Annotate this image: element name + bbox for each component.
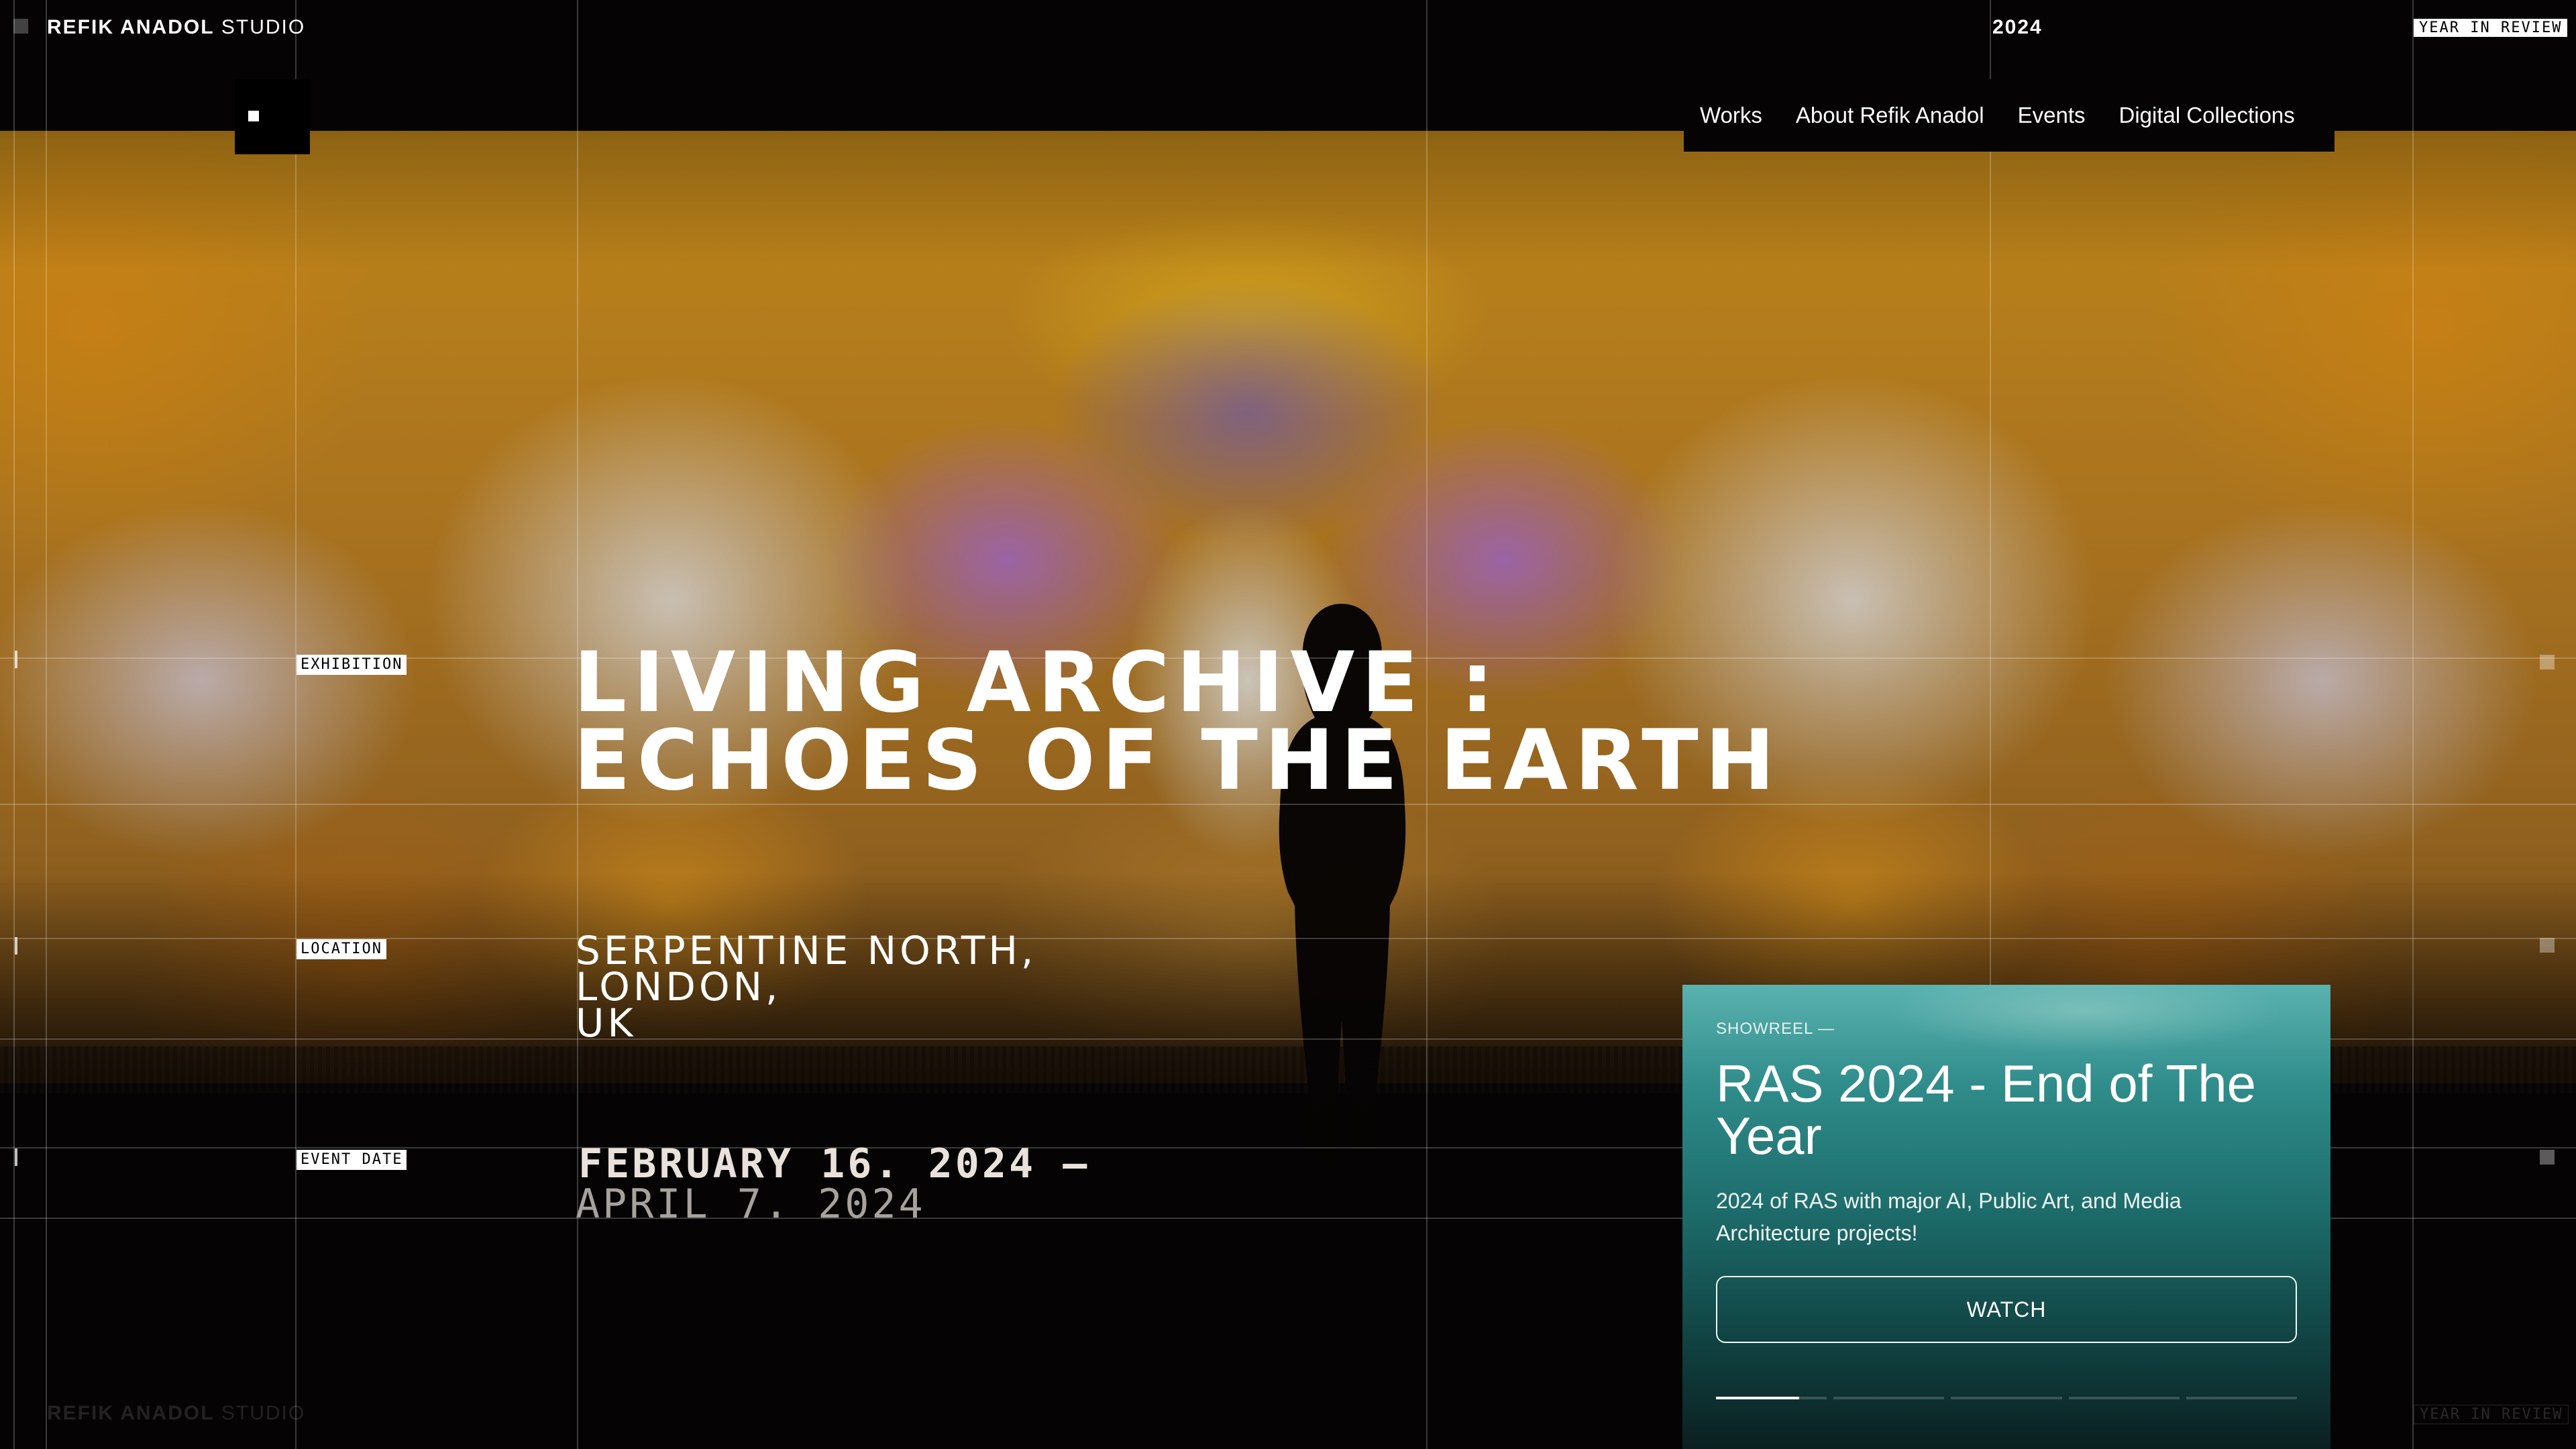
nav-item-about[interactable]: About Refik Anadol bbox=[1796, 103, 1984, 128]
location-line: UK bbox=[576, 1005, 1036, 1041]
year-in-review-tag[interactable]: YEAR IN REVIEW bbox=[2414, 19, 2567, 37]
brand-logo[interactable]: REFIK ANADOL STUDIO bbox=[47, 16, 305, 39]
event-date-end: APRIL 7. 2024 bbox=[576, 1181, 926, 1228]
edge-tick bbox=[15, 651, 17, 668]
grid-line bbox=[295, 0, 297, 1449]
nav-item-works[interactable]: Works bbox=[1700, 103, 1762, 128]
event-date-tag: EVENT DATE bbox=[297, 1150, 407, 1170]
edge-marker bbox=[13, 19, 28, 34]
footer-brand-light: STUDIO bbox=[221, 1402, 305, 1424]
title-line: LIVING ARCHIVE : bbox=[574, 644, 1782, 722]
showreel-description: 2024 of RAS with major AI, Public Art, a… bbox=[1716, 1185, 2293, 1249]
location-line: SERPENTINE NORTH, bbox=[576, 932, 1036, 969]
showreel-title: RAS 2024 - End of The Year bbox=[1716, 1057, 2297, 1162]
exhibition-tag: EXHIBITION bbox=[297, 655, 407, 675]
title-line: ECHOES OF THE EARTH bbox=[574, 722, 1782, 800]
edge-marker bbox=[2540, 938, 2555, 953]
nav-item-events[interactable]: Events bbox=[2018, 103, 2086, 128]
slide-indicator[interactable] bbox=[1833, 1397, 1944, 1399]
grid-line bbox=[13, 0, 15, 1449]
menu-button[interactable] bbox=[235, 79, 310, 154]
location-line: LONDON, bbox=[576, 969, 1036, 1005]
footer-year-in-review-tag: YEAR IN REVIEW bbox=[2414, 1405, 2569, 1424]
slide-indicator[interactable] bbox=[1716, 1397, 1827, 1399]
brand-name-bold: REFIK ANADOL bbox=[47, 16, 215, 38]
footer-brand-bold: REFIK ANADOL bbox=[47, 1402, 215, 1424]
showreel-kicker: SHOWREEL — bbox=[1716, 1020, 2297, 1038]
grid-line bbox=[0, 938, 2576, 939]
brand-name-light: STUDIO bbox=[221, 16, 305, 38]
edge-marker bbox=[2540, 655, 2555, 669]
footer-brand: REFIK ANADOL STUDIO bbox=[47, 1402, 305, 1425]
menu-square-icon bbox=[248, 111, 259, 121]
main-nav: Works About Refik Anadol Events Digital … bbox=[1684, 79, 2334, 152]
exhibition-title[interactable]: LIVING ARCHIVE : ECHOES OF THE EARTH bbox=[574, 644, 1782, 800]
slide-progress bbox=[1716, 1397, 2297, 1399]
slide-indicator-fill bbox=[1716, 1397, 1799, 1399]
edge-marker bbox=[2540, 1150, 2555, 1165]
watch-button[interactable]: WATCH bbox=[1716, 1276, 2297, 1343]
edge-tick bbox=[15, 937, 17, 955]
slide-indicator[interactable] bbox=[1951, 1397, 2061, 1399]
edge-tick bbox=[15, 1148, 17, 1166]
grid-line bbox=[2412, 0, 2414, 1449]
nav-item-digital-collections[interactable]: Digital Collections bbox=[2119, 103, 2295, 128]
slide-indicator[interactable] bbox=[2069, 1397, 2180, 1399]
grid-line bbox=[46, 0, 47, 1449]
location-tag: LOCATION bbox=[297, 939, 386, 959]
exhibition-location: SERPENTINE NORTH, LONDON, UK bbox=[576, 932, 1036, 1041]
showreel-card: SHOWREEL — RAS 2024 - End of The Year 20… bbox=[1682, 985, 2330, 1449]
header-year: 2024 bbox=[1992, 16, 2043, 39]
slide-indicator[interactable] bbox=[2186, 1397, 2297, 1399]
